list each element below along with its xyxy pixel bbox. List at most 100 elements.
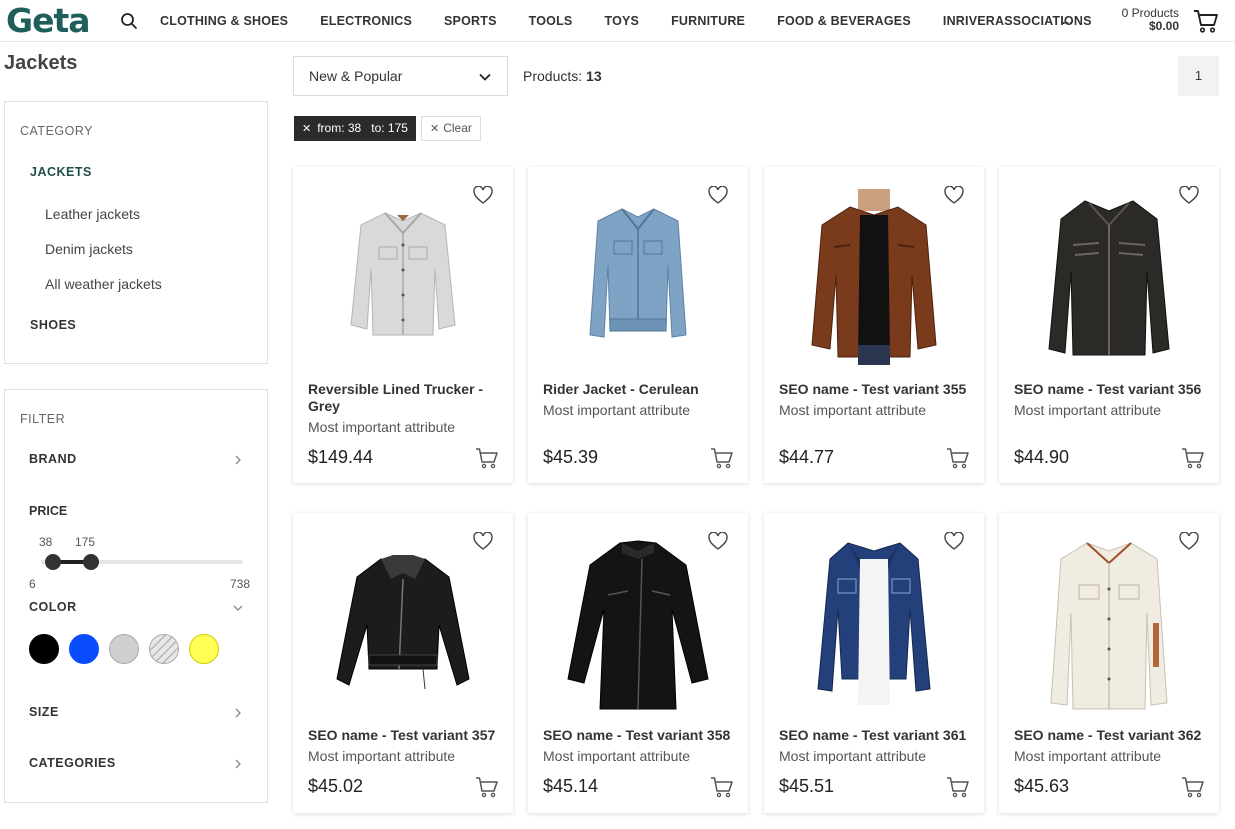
- product-card[interactable]: Rider Jacket - Cerulean Most important a…: [528, 167, 748, 483]
- nav-item-toys[interactable]: TOYS: [604, 14, 639, 28]
- product-attribute: Most important attribute: [779, 402, 927, 418]
- subcategory-leather-jackets[interactable]: Leather jackets: [45, 206, 140, 222]
- filter-color-label: COLOR: [29, 600, 77, 614]
- color-swatch-grey[interactable]: [109, 634, 139, 664]
- sort-selected-value: New & Popular: [309, 68, 403, 84]
- product-price: $45.63: [1014, 776, 1070, 796]
- product-name[interactable]: SEO name - Test variant 361: [779, 727, 969, 744]
- product-name[interactable]: SEO name - Test variant 357: [308, 727, 498, 744]
- product-card[interactable]: SEO name - Test variant 361 Most importa…: [764, 513, 984, 813]
- nav-item-clothing-shoes[interactable]: CLOTHING & SHOES: [160, 14, 288, 28]
- filter-panel: FILTER BRAND PRICE 38 175 6 738 COLOR SI…: [4, 389, 268, 803]
- add-to-cart-icon[interactable]: [710, 776, 734, 798]
- filter-categories-label: CATEGORIES: [29, 756, 116, 770]
- cart-icon[interactable]: [1193, 8, 1219, 34]
- product-image[interactable]: [323, 529, 483, 715]
- product-card[interactable]: SEO name - Test variant 358 Most importa…: [528, 513, 748, 813]
- pagination-page-1[interactable]: 1: [1178, 56, 1219, 96]
- color-swatch-black[interactable]: [29, 634, 59, 664]
- product-name[interactable]: SEO name - Test variant 362: [1014, 727, 1204, 744]
- product-card[interactable]: SEO name - Test variant 357 Most importa…: [293, 513, 513, 813]
- filter-brand-label: BRAND: [29, 452, 77, 466]
- price-to-value: 175: [75, 535, 96, 549]
- nav-item-electronics[interactable]: ELECTRONICS: [320, 14, 412, 28]
- add-to-cart-icon[interactable]: [1181, 776, 1205, 798]
- category-item-shoes[interactable]: SHOES: [30, 318, 76, 332]
- product-image[interactable]: [1029, 185, 1189, 367]
- filter-brand[interactable]: BRAND: [29, 452, 243, 470]
- mini-cart-summary[interactable]: 0 Products $0.00: [1122, 7, 1179, 33]
- active-filter-chip[interactable]: ✕ from: 38 to: 175: [294, 116, 416, 141]
- products-count: Products: 13: [523, 68, 602, 84]
- product-attribute: Most important attribute: [308, 748, 456, 764]
- product-image[interactable]: [1029, 529, 1189, 715]
- product-attribute: Most important attribute: [543, 402, 691, 418]
- nav-item-food-beverages[interactable]: FOOD & BEVERAGES: [777, 14, 911, 28]
- add-to-cart-icon[interactable]: [946, 776, 970, 798]
- filter-heading: FILTER: [20, 412, 66, 426]
- product-name[interactable]: Reversible Lined Trucker - Grey: [308, 381, 498, 415]
- product-image[interactable]: [558, 529, 718, 715]
- product-card[interactable]: SEO name - Test variant 356 Most importa…: [999, 167, 1219, 483]
- category-item-jackets[interactable]: JACKETS: [30, 165, 92, 179]
- filter-categories[interactable]: CATEGORIES: [29, 756, 243, 774]
- add-to-cart-icon[interactable]: [475, 776, 499, 798]
- nav-item-sports[interactable]: SPORTS: [444, 14, 497, 28]
- sort-dropdown[interactable]: New & Popular: [293, 56, 508, 96]
- close-icon: ✕: [430, 123, 440, 135]
- product-attribute: Most important attribute: [1014, 748, 1162, 764]
- product-name[interactable]: SEO name - Test variant 356: [1014, 381, 1204, 398]
- product-image[interactable]: [794, 529, 954, 715]
- chevron-right-icon: [235, 759, 241, 769]
- site-header: Geta CLOTHING & SHOES ELECTRONICS SPORTS…: [0, 0, 1235, 42]
- cart-total: $0.00: [1148, 19, 1179, 33]
- product-card[interactable]: Reversible Lined Trucker - Grey Most imp…: [293, 167, 513, 483]
- category-panel: CATEGORY JACKETS Leather jackets Denim j…: [4, 101, 268, 364]
- main-nav: CLOTHING & SHOES ELECTRONICS SPORTS TOOL…: [160, 0, 1124, 42]
- add-to-cart-icon[interactable]: [475, 447, 499, 469]
- active-filter-label: from: 38 to: 175: [317, 121, 408, 135]
- filter-color[interactable]: COLOR: [29, 600, 243, 618]
- product-image[interactable]: [794, 185, 954, 367]
- site-logo[interactable]: Geta: [6, 2, 91, 40]
- nav-more-button[interactable]: ...: [1062, 12, 1073, 27]
- chevron-down-icon: [233, 605, 243, 611]
- product-attribute: Most important attribute: [543, 748, 691, 764]
- price-slider-max-handle[interactable]: [83, 554, 99, 570]
- add-to-cart-icon[interactable]: [710, 447, 734, 469]
- product-attribute: Most important attribute: [779, 748, 927, 764]
- product-price: $45.51: [779, 776, 835, 796]
- chevron-right-icon: [235, 455, 241, 465]
- color-swatch-blue[interactable]: [69, 634, 99, 664]
- price-range-min: 6: [29, 577, 36, 591]
- filter-size[interactable]: SIZE: [29, 705, 243, 723]
- price-slider-track[interactable]: [41, 554, 243, 570]
- price-slider-min-handle[interactable]: [45, 554, 61, 570]
- product-name[interactable]: SEO name - Test variant 358: [543, 727, 733, 744]
- product-attribute: Most important attribute: [308, 419, 456, 435]
- product-image[interactable]: [558, 185, 718, 367]
- filter-size-label: SIZE: [29, 705, 59, 719]
- clear-filters-button[interactable]: ✕ Clear: [421, 116, 481, 141]
- color-swatch-silver[interactable]: [149, 634, 179, 664]
- add-to-cart-icon[interactable]: [946, 447, 970, 469]
- subcategory-denim-jackets[interactable]: Denim jackets: [45, 241, 133, 257]
- clear-filters-label: Clear: [443, 121, 472, 135]
- product-name[interactable]: SEO name - Test variant 355: [779, 381, 969, 398]
- color-swatch-yellow[interactable]: [189, 634, 219, 664]
- product-card[interactable]: SEO name - Test variant 362 Most importa…: [999, 513, 1219, 813]
- nav-item-furniture[interactable]: FURNITURE: [671, 14, 745, 28]
- subcategory-all-weather-jackets[interactable]: All weather jackets: [45, 276, 162, 292]
- product-card[interactable]: SEO name - Test variant 355 Most importa…: [764, 167, 984, 483]
- product-price: $44.90: [1014, 447, 1070, 467]
- product-price: $44.77: [779, 447, 835, 467]
- product-name[interactable]: Rider Jacket - Cerulean: [543, 381, 733, 398]
- product-price: $45.14: [543, 776, 599, 796]
- add-to-cart-icon[interactable]: [1181, 447, 1205, 469]
- products-count-label: Products:: [523, 68, 583, 84]
- search-icon[interactable]: [120, 12, 138, 30]
- page-title: Jackets: [4, 52, 78, 74]
- nav-item-tools[interactable]: TOOLS: [529, 14, 573, 28]
- product-image[interactable]: [323, 185, 483, 367]
- close-icon[interactable]: ✕: [302, 123, 311, 135]
